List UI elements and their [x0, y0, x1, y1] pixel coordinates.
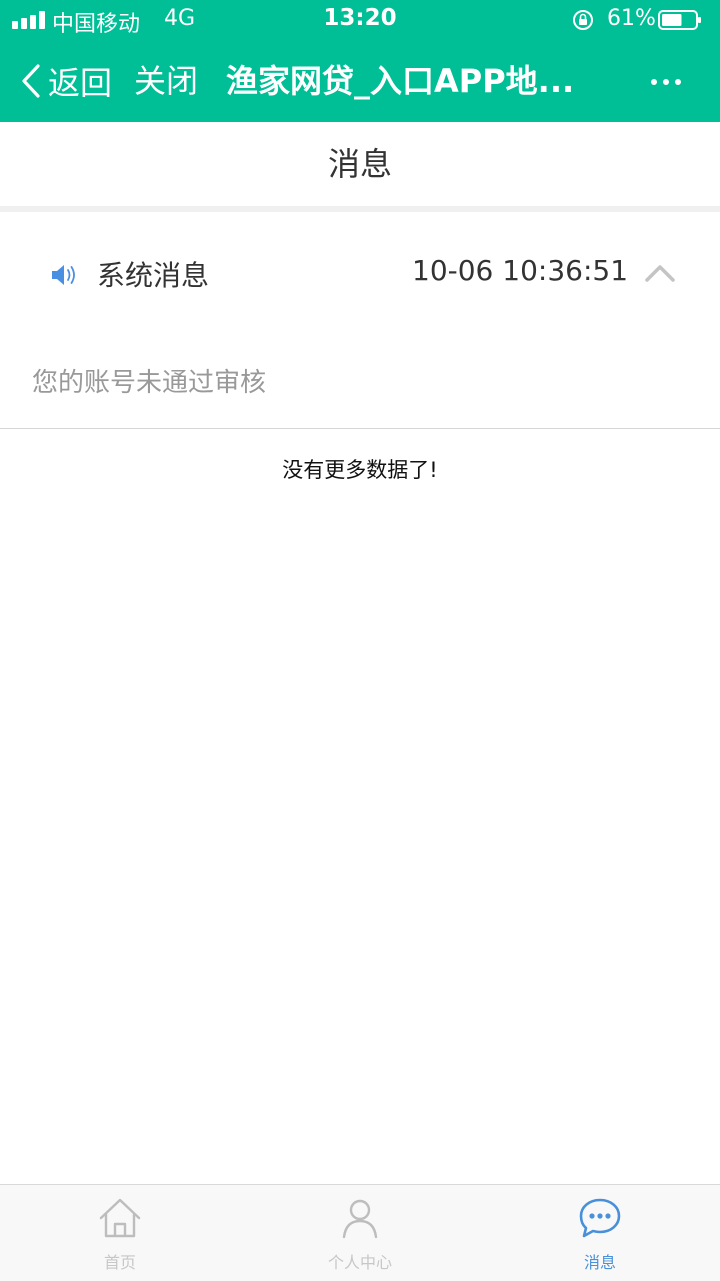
tab-label: 消息: [583, 1253, 616, 1272]
chevron-left-icon: [22, 64, 40, 98]
message-item[interactable]: 系统消息 10-06 10:36:51 您的账号未通过审核: [0, 212, 720, 429]
message-title: 系统消息: [97, 259, 210, 292]
section-title: 消息: [0, 122, 720, 206]
tab-messages[interactable]: 消息: [480, 1185, 720, 1281]
status-bar: 中国移动 4G 13:20 61%: [0, 0, 720, 40]
more-dot-icon: [663, 79, 669, 85]
battery-icon: [658, 10, 701, 30]
app-header: 中国移动 4G 13:20 61% 返回 关闭 渔家网贷_入口APP地...: [0, 0, 720, 122]
home-icon: [99, 1198, 141, 1238]
back-label: 返回: [48, 64, 113, 102]
person-icon: [342, 1199, 378, 1239]
chevron-up-icon[interactable]: [644, 262, 676, 284]
back-button[interactable]: 返回: [18, 40, 112, 122]
rotation-lock-icon: [573, 10, 593, 30]
message-time: 10-06 10:36:51: [412, 254, 629, 287]
navigation-bar: 返回 关闭 渔家网贷_入口APP地...: [0, 40, 720, 122]
more-dot-icon: [675, 79, 681, 85]
tab-label: 个人中心: [327, 1253, 392, 1272]
page-title: 渔家网贷_入口APP地...: [226, 62, 575, 100]
tab-label: 首页: [103, 1253, 136, 1272]
chat-bubble-icon: [579, 1198, 621, 1238]
battery-percent: 61%: [607, 6, 656, 31]
close-button[interactable]: 关闭: [134, 40, 198, 122]
tab-bar: 首页 个人中心 消息: [0, 1184, 720, 1281]
message-body: 您的账号未通过审核: [32, 368, 267, 398]
tab-profile[interactable]: 个人中心: [240, 1185, 480, 1281]
list-end-notice: 没有更多数据了!: [282, 458, 438, 482]
tab-home[interactable]: 首页: [0, 1185, 240, 1281]
speaker-icon: [52, 265, 75, 285]
more-options-button[interactable]: [636, 62, 696, 102]
more-dot-icon: [651, 79, 657, 85]
